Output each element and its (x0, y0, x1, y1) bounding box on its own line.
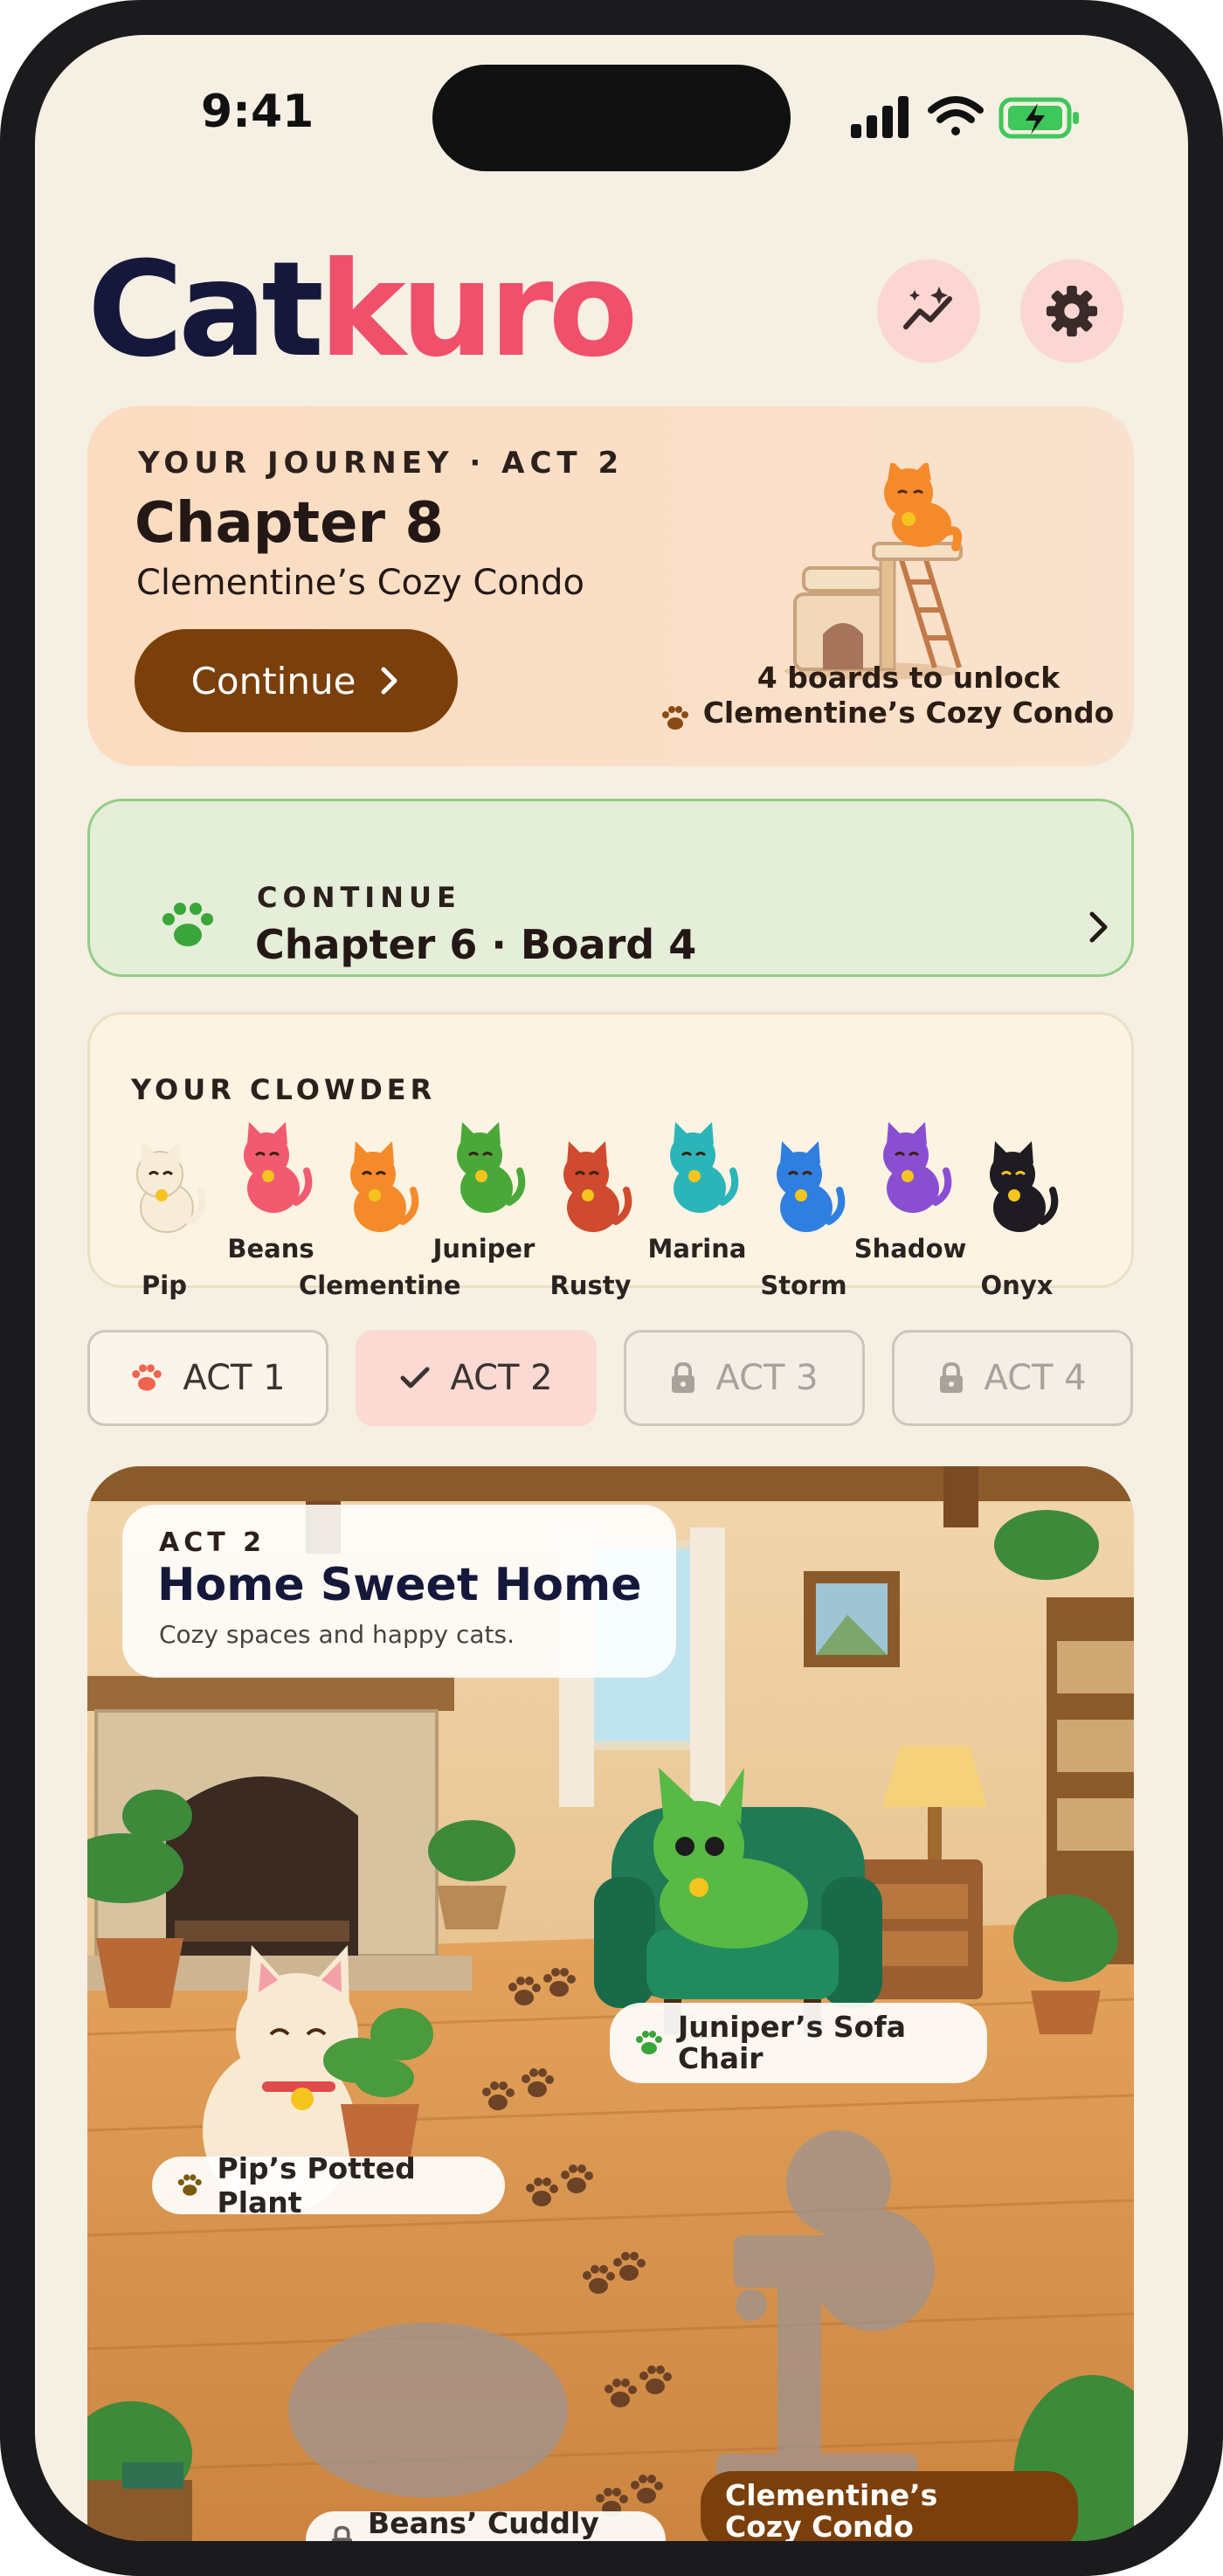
cat-name-pip: Pip (142, 1271, 187, 1300)
phone-frame: 9:41 Catkuro YOUR JOURNEY · ACT 2 Chapte… (0, 0, 1223, 2576)
cat-name-storm: Storm (760, 1271, 847, 1300)
scene-title: Home Sweet Home (157, 1559, 642, 1611)
cat-condo-illustration (784, 463, 963, 680)
tab-act-4-label: ACT 4 (984, 1358, 1087, 1398)
continue-button-label: Continue (190, 659, 356, 703)
paw-icon (636, 2031, 662, 2054)
cat-name-beans: Beans (227, 1234, 314, 1264)
continue-button[interactable]: Continue (135, 629, 458, 732)
cat-avatar-clementine (350, 1141, 419, 1232)
journey-overline: YOUR JOURNEY · ACT 2 (138, 446, 625, 481)
tab-act-3[interactable]: ACT 3 (624, 1330, 865, 1426)
paw-icon (162, 903, 213, 946)
cat-avatar-shadow (883, 1122, 952, 1213)
board-pip-label: Pip’s Potted Plant (217, 2151, 416, 2219)
unlock-text: 4 boards to unlock Clementine’s Cozy Con… (702, 661, 1115, 730)
paw-icon (177, 2174, 202, 2196)
scene-overline: ACT 2 (159, 1527, 266, 1558)
board-clementine-cozy-condo[interactable]: Clementine’s Cozy Condo (701, 2471, 1078, 2541)
signal-icon (851, 96, 909, 138)
paw-icon (132, 1364, 162, 1391)
continue-overline: CONTINUE (257, 881, 461, 914)
cat-name-marina: Marina (647, 1234, 747, 1264)
status-time: 9:41 (201, 86, 314, 138)
battery-icon (998, 97, 1079, 139)
board-beans-cuddly-bed[interactable]: Beans’ Cuddly Bed (306, 2506, 666, 2541)
cat-avatar-pip (136, 1141, 206, 1233)
chevron-right-icon (1089, 911, 1108, 943)
tab-act-4[interactable]: ACT 4 (892, 1330, 1133, 1426)
settings-button[interactable] (1020, 260, 1123, 363)
lock-icon (940, 1361, 964, 1393)
cat-name-rusty: Rusty (549, 1271, 632, 1300)
clowder-cats: Pip Beans Clementine Juniper Rusty Marina Stor… (87, 1101, 1134, 1311)
cat-avatar-storm (777, 1141, 846, 1232)
board-pip-potted-plant[interactable]: Pip’s Potted Plant (152, 2151, 505, 2219)
status-icons (851, 91, 1130, 143)
scene-subtitle: Cozy spaces and happy cats. (159, 1620, 515, 1649)
cat-name-juniper: Juniper (432, 1234, 535, 1264)
cat-avatar-rusty (563, 1141, 632, 1232)
tab-act-1-label: ACT 1 (183, 1358, 286, 1398)
lock-icon (672, 1361, 695, 1393)
chapter-subtitle: Clementine’s Cozy Condo (136, 563, 585, 603)
scene-label-card: ACT 2 Home Sweet Home Cozy spaces and ha… (122, 1505, 676, 1678)
chapter-title: Chapter 8 (135, 491, 444, 556)
app-logo: Catkuro (87, 234, 639, 386)
act-scene-map: ACT 2 Home Sweet Home Cozy spaces and ha… (87, 1466, 1134, 2541)
tab-act-1[interactable]: ACT 1 (87, 1330, 328, 1426)
cat-name-clementine: Clementine (299, 1271, 461, 1300)
stats-button[interactable] (877, 260, 980, 363)
cat-avatar-marina (670, 1122, 739, 1213)
tab-act-3-label: ACT 3 (715, 1358, 819, 1398)
board-beans-label: Beans’ Cuddly Bed (368, 2506, 599, 2541)
app-screen: 9:41 Catkuro YOUR JOURNEY · ACT 2 Chapte… (35, 35, 1188, 2541)
board-juniper-label: Juniper’s Sofa Chair (678, 2010, 906, 2075)
board-juniper-sofa-chair[interactable]: Juniper’s Sofa Chair (610, 2003, 987, 2083)
tab-act-2-label: ACT 2 (450, 1358, 553, 1398)
lock-icon (331, 2525, 353, 2541)
board-clementine-label: Clementine’s Cozy Condo (725, 2478, 938, 2542)
cat-avatar-juniper (457, 1122, 526, 1213)
cat-name-shadow: Shadow (853, 1234, 967, 1264)
check-icon (400, 1367, 430, 1388)
cat-avatar-beans (244, 1122, 313, 1213)
cat-name-onyx: Onyx (980, 1271, 1054, 1300)
gear-icon (1046, 285, 1098, 337)
sparkle-chart-icon (903, 287, 952, 329)
chevron-right-icon (381, 667, 397, 695)
tab-act-2[interactable]: ACT 2 (356, 1330, 597, 1426)
continue-board-title: Chapter 6 · Board 4 (255, 921, 697, 968)
dynamic-island (432, 65, 791, 171)
wifi-icon (928, 96, 984, 135)
cat-avatar-onyx (990, 1141, 1059, 1232)
